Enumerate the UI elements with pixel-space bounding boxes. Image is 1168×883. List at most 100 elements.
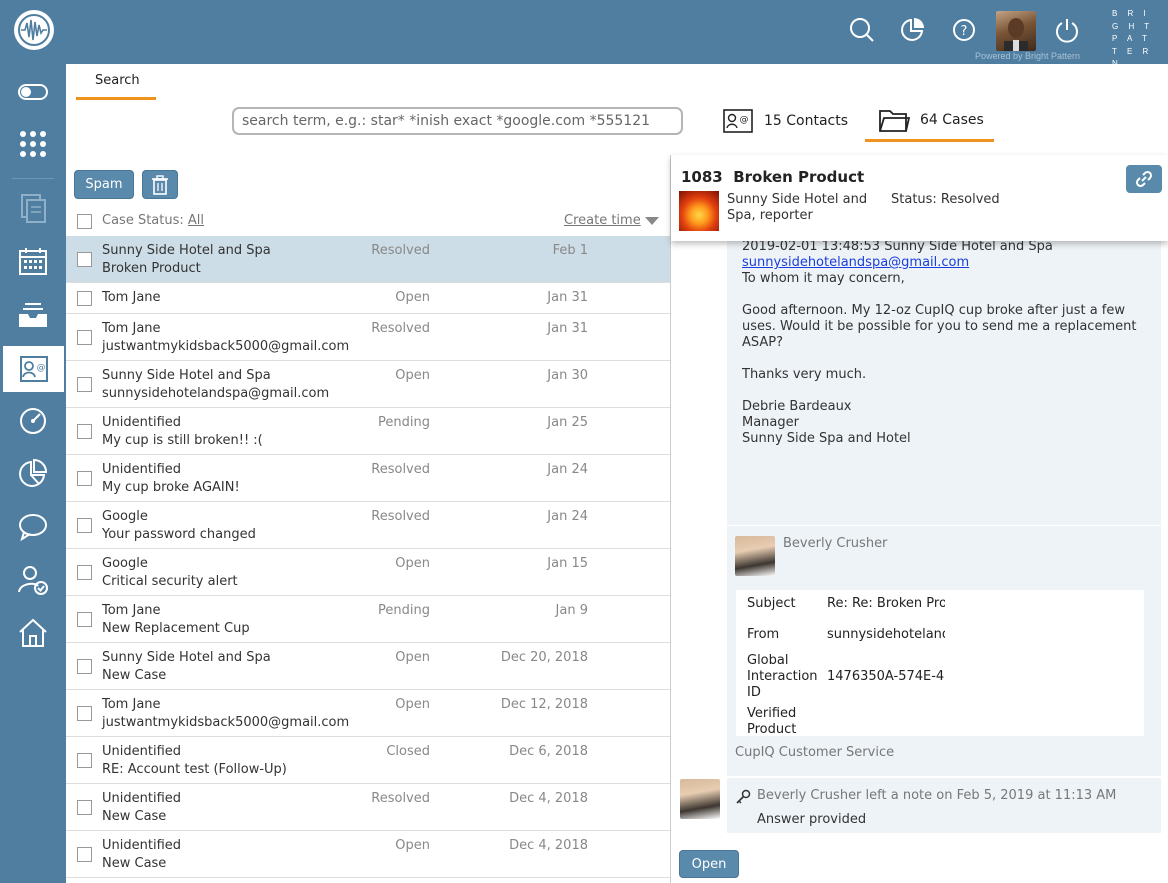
search-input[interactable] <box>232 107 683 135</box>
agent-name: Beverly Crusher <box>783 536 888 551</box>
row-checkbox[interactable] <box>77 800 92 815</box>
case-row[interactable]: Unidentified My cup broke AGAIN! Resolved J… <box>66 455 670 502</box>
case-contact-name: Google <box>102 556 148 571</box>
case-row[interactable]: Tom Jane justwantmykidsback5000@gmail.com… <box>66 314 670 361</box>
case-subject: sunnysidehotelandspa@gmail.com <box>102 386 330 401</box>
case-contact-name: Sunny Side Hotel and Spa <box>102 368 271 383</box>
case-date: Dec 20, 2018 <box>500 650 588 665</box>
chat-icon[interactable] <box>0 504 66 550</box>
calendar-icon[interactable] <box>0 238 66 284</box>
tab-search[interactable]: Search <box>76 64 156 100</box>
inbox-icon[interactable] <box>0 292 66 338</box>
row-checkbox[interactable] <box>77 612 92 627</box>
case-subject: My cup is still broken!! :( <box>102 433 263 448</box>
reply-info-table: Subject Re: Re: Broken Pro From sunnysid… <box>736 590 1144 737</box>
case-contact-name: Tom Jane <box>102 290 161 305</box>
toggle-icon[interactable] <box>0 69 66 115</box>
user-check-icon[interactable] <box>0 557 66 603</box>
case-row[interactable]: Unidentified RE: Account test (Follow-Up)… <box>66 737 670 784</box>
case-row[interactable]: Sunny Side Hotel and Spa sunnysidehotelan… <box>66 361 670 408</box>
link-button[interactable] <box>1126 165 1162 193</box>
dashboard-icon[interactable] <box>0 398 66 444</box>
row-checkbox[interactable] <box>77 706 92 721</box>
case-contact-name: Google <box>102 509 148 524</box>
case-row[interactable]: Tom Jane New Replacement Cup Pending Jan 9 <box>66 596 670 643</box>
case-contact-name: Tom Jane <box>102 321 161 336</box>
pie-chart-icon[interactable] <box>0 451 66 497</box>
case-title: 1083 Broken Product <box>681 168 865 186</box>
case-subject: Critical security alert <box>102 574 238 589</box>
case-subject: justwantmykidsback5000@gmail.com <box>102 339 350 354</box>
tab-cases[interactable]: 64 Cases <box>865 100 994 142</box>
case-subject: justwantmykidsback5000@gmail.com <box>102 715 350 730</box>
row-checkbox[interactable] <box>77 753 92 768</box>
trash-icon <box>152 174 168 195</box>
row-checkbox[interactable] <box>77 252 92 267</box>
delete-button[interactable] <box>142 170 178 199</box>
app-logo-icon[interactable] <box>14 10 54 50</box>
case-row[interactable]: Sunny Side Hotel and Spa Broken Product Re… <box>66 236 670 283</box>
dialpad-icon[interactable] <box>0 121 66 167</box>
row-checkbox[interactable] <box>77 291 92 306</box>
row-checkbox[interactable] <box>77 659 92 674</box>
reports-icon[interactable] <box>898 16 926 44</box>
case-status-text: Resolved <box>371 509 430 524</box>
case-contact-name: Sunny Side Hotel and Spa <box>102 243 271 258</box>
case-contact-name: Sunny Side Hotel and Spa <box>102 650 271 665</box>
left-nav: @ <box>0 64 66 883</box>
case-contact-name: Unidentified <box>102 462 182 477</box>
case-status-text: Closed <box>386 744 430 759</box>
help-icon[interactable]: ? <box>950 16 978 44</box>
sort-create-time[interactable]: Create time <box>564 213 641 228</box>
case-row[interactable]: Tom Jane Open Jan 31 <box>66 283 670 314</box>
user-avatar[interactable] <box>996 11 1036 51</box>
case-contact-name: Tom Jane <box>102 697 161 712</box>
case-date: Jan 25 <box>547 415 588 430</box>
tab-contacts[interactable]: @ 15 Contacts <box>722 100 848 142</box>
row-checkbox[interactable] <box>77 330 92 345</box>
case-row[interactable]: Unidentified My cup is still broken!! :(P… <box>66 408 670 455</box>
case-date: Jan 24 <box>547 462 588 477</box>
case-row[interactable]: Unidentified New Case Open Dec 4, 2018 <box>66 831 670 878</box>
row-checkbox[interactable] <box>77 847 92 862</box>
spam-button[interactable]: Spam <box>74 170 134 199</box>
row-checkbox[interactable] <box>77 377 92 392</box>
row-checkbox[interactable] <box>77 424 92 439</box>
case-status-text: Open <box>395 290 430 305</box>
svg-text:@: @ <box>740 115 749 125</box>
search-icon[interactable] <box>848 16 876 44</box>
agent-avatar <box>735 536 775 576</box>
case-status-text: Resolved <box>371 791 430 806</box>
case-contact-name: Unidentified <box>102 415 182 430</box>
case-date: Jan 30 <box>547 368 588 383</box>
case-status: Status: Resolved <box>891 192 1000 207</box>
case-status-filter-link[interactable]: All <box>188 213 204 228</box>
brand-logo: B R I G H T P A T T E R N <box>1112 9 1154 68</box>
case-date: Jan 15 <box>547 556 588 571</box>
case-row[interactable]: Sunny Side Hotel and Spa New Case Open Dec … <box>66 643 670 690</box>
row-checkbox[interactable] <box>77 518 92 533</box>
contacts-icon[interactable]: @ <box>3 346 64 392</box>
select-all-checkbox[interactable] <box>77 214 92 229</box>
case-row[interactable]: Tom Jane justwantmykidsback5000@gmail.com… <box>66 690 670 737</box>
note-key-icon <box>736 789 751 804</box>
case-note: Beverly Crusher left a note on Feb 5, 20… <box>727 778 1161 833</box>
case-detail-header: 1083 Broken Product Sunny Side Hotel and… <box>671 155 1168 241</box>
reply-signature: CupIQ Customer Service <box>735 745 895 760</box>
case-row[interactable]: Unidentified New Case Resolved Dec 4, 2018 <box>66 784 670 831</box>
case-org[interactable]: Sunny Side Hotel and Spa, reporter <box>727 192 877 224</box>
case-status-text: Resolved <box>371 321 430 336</box>
row-checkbox[interactable] <box>77 471 92 486</box>
case-status-text: Open <box>395 838 430 853</box>
case-row[interactable]: Google Critical security alert Open Jan 15 <box>66 549 670 596</box>
sort-down-icon[interactable] <box>645 217 659 225</box>
power-icon[interactable] <box>1053 16 1081 44</box>
contact-thumbnail <box>679 191 719 231</box>
email-address-link[interactable]: sunnysidehotelandspa@gmail.com <box>742 255 969 270</box>
case-row[interactable]: Google Your password changed Resolved Jan 2… <box>66 502 670 549</box>
open-button[interactable]: Open <box>679 850 739 878</box>
home-icon[interactable] <box>0 610 66 656</box>
documents-icon[interactable] <box>0 186 66 232</box>
case-status-text: Pending <box>378 603 430 618</box>
row-checkbox[interactable] <box>77 565 92 580</box>
